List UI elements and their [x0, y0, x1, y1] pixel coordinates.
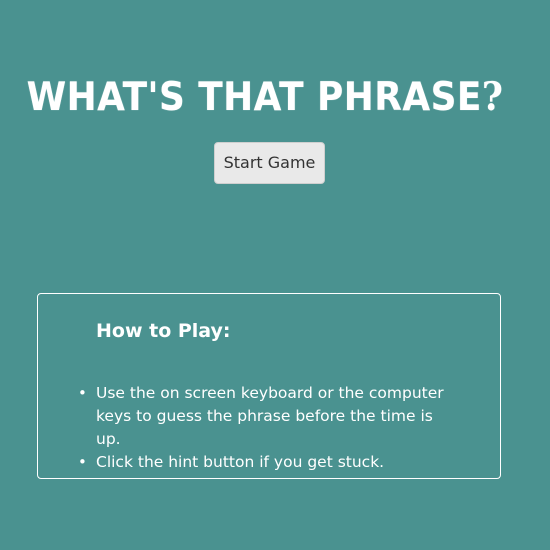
how-to-play-item-text: Click the hint button if you get stuck. — [96, 453, 385, 471]
bullet-icon: • — [78, 384, 87, 402]
how-to-play-panel: How to Play: • Use the on screen keyboar… — [37, 293, 501, 479]
how-to-play-list: • Use the on screen keyboard or the comp… — [78, 382, 458, 474]
how-to-play-item-text: Use the on screen keyboard or the comput… — [96, 384, 444, 448]
game-title: WHAT'S THAT PHRASE? — [21, 74, 509, 120]
how-to-play-item: • Click the hint button if you get stuck… — [78, 451, 458, 474]
start-game-button[interactable]: Start Game — [214, 142, 325, 184]
game-title-question-mark: ? — [481, 74, 504, 120]
bullet-icon: • — [78, 453, 87, 471]
how-to-play-heading: How to Play: — [96, 320, 231, 342]
how-to-play-item: • Use the on screen keyboard or the comp… — [78, 382, 458, 451]
game-title-text: WHAT'S THAT PHRASE — [26, 75, 482, 120]
